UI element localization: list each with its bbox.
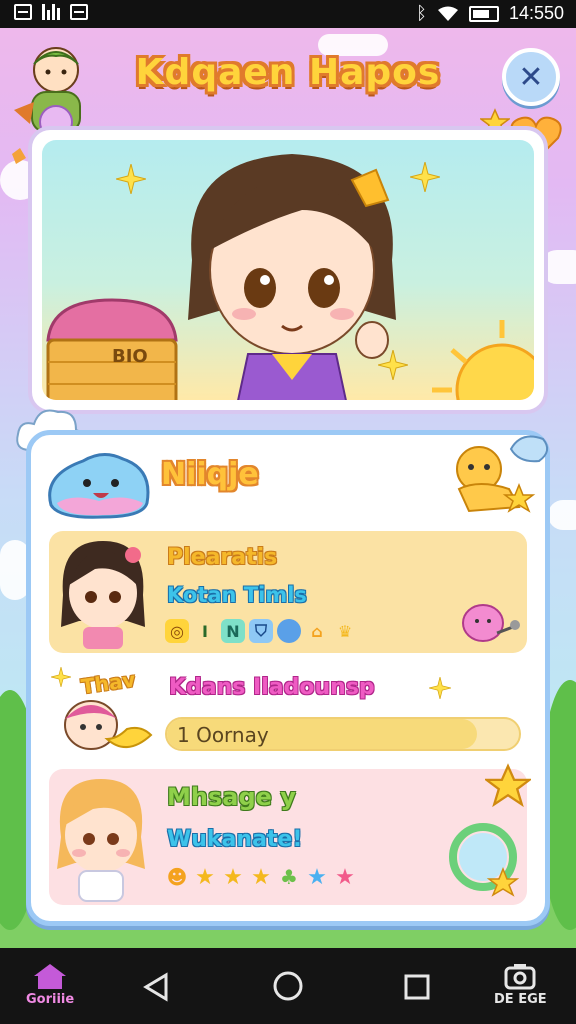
- crown-icon: ♛: [337, 621, 353, 641]
- main-card: Niiqje Plearatis Kotan Timls ◎ I N ⛉ ⌂ ♛: [26, 430, 550, 926]
- egg-icon: [277, 619, 301, 643]
- slime-mascot-icon: [48, 453, 150, 519]
- row3-title: Mhsage y: [167, 783, 296, 811]
- star-icon: ★: [307, 864, 327, 890]
- hero-panel: BIO: [28, 126, 548, 414]
- row2-badge: Thav: [79, 667, 137, 699]
- avatar: [57, 779, 145, 902]
- star-icon: ★: [251, 864, 271, 890]
- row3-icon-strip: ☻ ★ ★ ★ ♣ ★ ★: [165, 864, 357, 890]
- camera-icon: [504, 964, 536, 990]
- row2-progress-bar: 1 Oornay: [165, 717, 521, 751]
- list-item-row3[interactable]: Mhsage y Wukanate! ☻ ★ ★ ★ ♣ ★ ★: [49, 763, 531, 905]
- letter-i-icon: I: [202, 621, 208, 641]
- sparkle-icon: [116, 164, 146, 194]
- leaf-icon: ♣: [280, 865, 298, 889]
- character-girl[interactable]: [152, 140, 432, 400]
- home-circle-icon: [273, 971, 303, 1001]
- chest-label: BIO: [112, 346, 148, 367]
- card-title: Niiqje: [161, 457, 259, 492]
- cloud: [548, 500, 576, 530]
- dog-mascot-icon: [456, 435, 549, 513]
- list-item-row2[interactable]: Thav Kdans Iladounsp 1 Oornay: [49, 665, 527, 765]
- nav-recents[interactable]: [402, 972, 432, 1002]
- list-item-row1[interactable]: Plearatis Kotan Timls ◎ I N ⛉ ⌂ ♛: [49, 531, 527, 653]
- sparkle-icon: [51, 667, 71, 687]
- nav-home[interactable]: Goriiie: [26, 962, 74, 1007]
- notification-icon: [14, 4, 32, 20]
- battery-icon: [468, 5, 499, 22]
- back-icon: [143, 972, 168, 1002]
- nav-home-label: Goriiie: [26, 992, 75, 1007]
- smile-icon: ☻: [166, 865, 188, 889]
- shield-icon: ⛉: [249, 619, 273, 643]
- bluetooth-icon: ᛒ: [416, 3, 427, 23]
- row1-title: Plearatis: [167, 545, 278, 570]
- sparkle-icon: [429, 677, 451, 699]
- sun-icon: [432, 320, 534, 400]
- nav-back[interactable]: [142, 972, 172, 1002]
- row2-title: Kdans Iladounsp: [169, 675, 375, 700]
- close-button[interactable]: ✕: [502, 48, 560, 106]
- status-time: 14:550: [508, 3, 564, 23]
- pink-critter-icon: [462, 604, 520, 642]
- hero-scene: BIO: [42, 140, 534, 400]
- star-icon: ★: [335, 864, 355, 890]
- star-icon: ★: [195, 864, 215, 890]
- avatar: [64, 700, 153, 750]
- nav-camera[interactable]: DE EGE: [494, 962, 547, 1007]
- wifi-icon: [437, 6, 458, 21]
- status-bar: ᛒ 14:550: [0, 0, 576, 28]
- recents-icon: [404, 974, 430, 1000]
- avatar: [61, 541, 145, 649]
- signal-icon: [42, 4, 60, 20]
- house-icon: ⌂: [311, 621, 323, 641]
- nav-home-circle[interactable]: [272, 970, 304, 1002]
- letter-n-icon: N: [221, 619, 245, 643]
- star-icon: [485, 763, 531, 808]
- image-icon: [70, 4, 88, 20]
- star-icon: ★: [223, 864, 243, 890]
- close-icon: ✕: [518, 59, 544, 95]
- home-icon: [34, 964, 67, 989]
- row3-subtitle: Wukanate!: [167, 827, 303, 852]
- magnifier-ring-icon[interactable]: [445, 817, 525, 901]
- bottom-nav-bar: Goriiie DE EGE: [0, 948, 576, 1024]
- nav-camera-label: DE EGE: [494, 992, 547, 1007]
- row1-subtitle: Kotan Timls: [167, 583, 307, 607]
- page-title: Kdqaen Hapos: [135, 52, 441, 93]
- progress-label: 1 Oornay: [177, 723, 269, 747]
- ring-icon: ◎: [165, 619, 189, 643]
- row1-icon-strip: ◎ I N ⛉ ⌂ ♛: [165, 619, 357, 643]
